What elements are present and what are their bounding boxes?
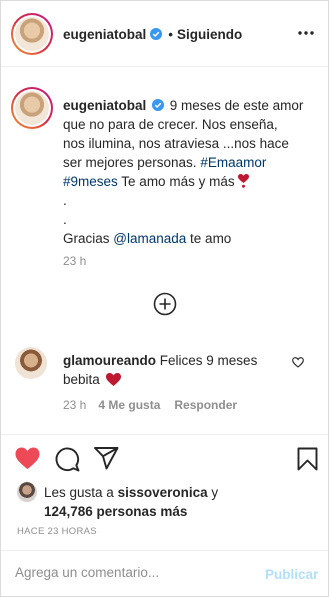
caption-te-amo: te amo xyxy=(190,231,232,246)
header-username[interactable]: eugeniatobal xyxy=(63,27,146,42)
likes-summary: Les gusta a sissoveronica y 124,786 pers… xyxy=(44,483,314,521)
verified-badge-icon xyxy=(150,28,163,40)
caption-dot-1: . xyxy=(63,193,67,208)
caption-line-1: eugeniatobal 9 meses de este amor xyxy=(63,96,318,115)
like-button-icon[interactable] xyxy=(15,447,40,470)
caption-avatar[interactable] xyxy=(11,87,53,129)
likes-prefix: Les gusta a xyxy=(44,485,114,500)
post-panel: eugeniatobal • Siguiendo eugeniatobal 9 … xyxy=(0,0,329,597)
red-heart-icon xyxy=(105,373,121,386)
commenter-avatar[interactable] xyxy=(15,347,47,379)
header-separator: • xyxy=(168,26,173,42)
likers-avatar[interactable] xyxy=(17,482,37,502)
author-avatar[interactable] xyxy=(11,13,53,55)
comment-text-2: bebita xyxy=(63,372,100,387)
caption-dot-2: . xyxy=(63,212,67,227)
action-bar xyxy=(1,434,328,475)
caption-text-1: 9 meses de este amor xyxy=(169,98,304,113)
save-button-icon[interactable] xyxy=(297,447,318,471)
comment-likes[interactable]: 4 Me gusta xyxy=(98,398,160,412)
following-button[interactable]: Siguiendo xyxy=(177,27,242,42)
hashtag-emaamor[interactable]: #Emaamor xyxy=(200,155,266,170)
post-timestamp[interactable]: HACE 23 HORAS xyxy=(17,526,97,537)
post-header: eugeniatobal • Siguiendo xyxy=(1,1,328,67)
caption-love-text: Te amo más y más xyxy=(121,174,235,189)
likes-conjunction: y xyxy=(211,485,219,500)
caption: eugeniatobal 9 meses de este amor que no… xyxy=(63,96,318,248)
comment-text-1: Felices 9 meses xyxy=(159,353,258,368)
comment-button-icon[interactable] xyxy=(55,447,80,472)
comment-line-1: glamoureando Felices 9 meses xyxy=(63,351,283,370)
load-more-comments-icon[interactable] xyxy=(153,292,177,316)
caption-text-3: nos ilumina, nos atraviesa ...nos hace xyxy=(63,136,289,151)
comment-input[interactable] xyxy=(15,565,235,580)
heart-exclamation-icon xyxy=(238,174,250,188)
comment-time[interactable]: 23 h xyxy=(63,398,86,412)
caption-gracias: Gracias xyxy=(63,231,110,246)
comment: glamoureando Felices 9 meses bebita xyxy=(63,351,283,389)
more-options-icon[interactable] xyxy=(297,30,315,36)
likes-count[interactable]: 124,786 personas más xyxy=(44,502,314,521)
comment-meta: 23 h 4 Me gusta Responder xyxy=(63,398,237,412)
caption-line-5: #9meses Te amo más y más xyxy=(63,172,318,191)
comment-username[interactable]: glamoureando xyxy=(63,353,156,368)
caption-line-4: ser mejores personas. #Emaamor xyxy=(63,153,318,172)
caption-line-8: Gracias @lamanada te amo xyxy=(63,229,318,248)
caption-text-4: ser mejores personas. xyxy=(63,155,197,170)
hashtag-9meses[interactable]: #9meses xyxy=(63,174,118,189)
caption-verified-icon xyxy=(152,99,165,111)
liker-username[interactable]: sissoveronica xyxy=(118,485,208,500)
caption-time[interactable]: 23 h xyxy=(63,254,86,268)
comment-line-2: bebita xyxy=(63,370,283,389)
comment-reply-button[interactable]: Responder xyxy=(174,398,237,412)
comment-box: Publicar xyxy=(1,550,328,596)
caption-text-2: que no para de crecer. Nos enseña, xyxy=(63,117,278,132)
share-button-icon[interactable] xyxy=(94,447,119,470)
caption-username[interactable]: eugeniatobal xyxy=(63,98,146,113)
comment-like-icon[interactable] xyxy=(292,357,304,368)
mention-lamanada[interactable]: @lamanada xyxy=(113,231,186,246)
publish-button[interactable]: Publicar xyxy=(265,567,318,582)
